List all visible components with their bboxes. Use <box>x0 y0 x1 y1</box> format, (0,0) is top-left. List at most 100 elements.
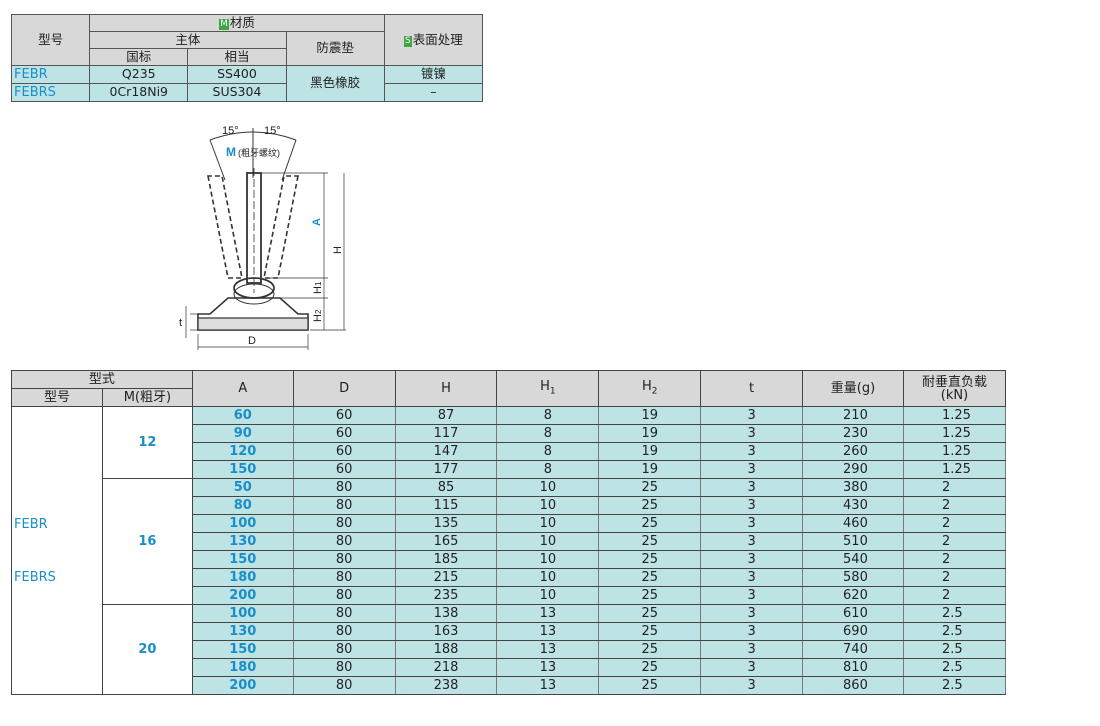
cell-d: 60 <box>292 442 396 461</box>
header-body: 主体 <box>89 31 287 49</box>
cell-a: 180 <box>191 568 294 587</box>
cell-weight: 210 <box>802 406 904 425</box>
cell-t: 3 <box>700 622 804 641</box>
cell-t: 3 <box>700 604 804 623</box>
cell-h2: 25 <box>598 514 702 533</box>
cell-d: 80 <box>292 568 396 587</box>
cell-h: 85 <box>394 478 498 497</box>
header-model: 型号 <box>11 388 103 407</box>
header-t: t <box>700 370 804 407</box>
cell-weight: 690 <box>802 622 904 641</box>
pad-value: 黑色橡胶 <box>285 65 385 102</box>
cell-h1: 10 <box>496 532 600 551</box>
dim-h2-label: H2 <box>312 309 324 322</box>
cell-d: 80 <box>292 640 396 659</box>
cell-weight: 610 <box>802 604 904 623</box>
surface-value: 镀镍 <box>383 65 484 84</box>
cell-h1: 8 <box>496 406 600 425</box>
cell-d: 80 <box>292 604 396 623</box>
cell-load: 2 <box>902 496 1007 515</box>
cell-a: 150 <box>191 460 294 479</box>
dim-t-label: t <box>179 317 182 329</box>
cell-a: 150 <box>191 640 294 659</box>
cell-load: 2 <box>902 514 1007 533</box>
cell-h1: 8 <box>496 424 600 443</box>
cell-a: 200 <box>191 586 294 605</box>
cell-t: 3 <box>700 424 804 443</box>
cell-load: 2.5 <box>902 658 1007 677</box>
cell-h1: 10 <box>496 568 600 587</box>
surface-value: – <box>383 83 484 102</box>
cell-h2: 19 <box>598 460 702 479</box>
dim-d-label: D <box>248 335 256 347</box>
header-type: 型式 <box>11 370 193 389</box>
cell-t: 3 <box>700 676 804 695</box>
cell-a: 60 <box>191 406 294 425</box>
cell-a: 200 <box>191 676 294 695</box>
cell-h: 215 <box>394 568 498 587</box>
header-weight: 重量(g) <box>802 370 904 407</box>
thread-note: (粗牙螺纹) <box>238 147 280 158</box>
cell-h1: 13 <box>496 676 600 695</box>
model-code: FEBR <box>14 516 48 532</box>
header-a: A <box>191 370 294 407</box>
cell-h2: 19 <box>598 406 702 425</box>
cell-load: 1.25 <box>902 460 1007 479</box>
cell-h: 185 <box>394 550 498 569</box>
equivalent-value: SS400 <box>187 65 287 84</box>
header-m: M(粗牙) <box>101 388 193 407</box>
cell-h: 135 <box>394 514 498 533</box>
cell-d: 60 <box>292 460 396 479</box>
cell-h: 138 <box>394 604 498 623</box>
header-surface: S 表面处理 <box>383 14 484 66</box>
cell-weight: 510 <box>802 532 904 551</box>
cell-t: 3 <box>700 568 804 587</box>
cell-a: 150 <box>191 550 294 569</box>
cell-h: 147 <box>394 442 498 461</box>
header-h1: H1 <box>496 370 600 407</box>
cell-d: 60 <box>292 424 396 443</box>
model-cell: FEBR FEBRS <box>11 406 103 695</box>
cell-load: 1.25 <box>902 424 1007 443</box>
cell-d: 80 <box>292 676 396 695</box>
cell-h1: 10 <box>496 550 600 569</box>
cell-h1: 8 <box>496 460 600 479</box>
thread-label: M <box>226 145 236 159</box>
surface-badge: S <box>404 35 412 47</box>
cell-h: 238 <box>394 676 498 695</box>
model-code: FEBR <box>10 65 91 84</box>
thread-size-cell: 16 <box>101 478 193 605</box>
cell-a: 90 <box>191 424 294 443</box>
cell-h2: 19 <box>598 442 702 461</box>
cell-h: 218 <box>394 658 498 677</box>
cell-a: 130 <box>191 622 294 641</box>
cell-d: 80 <box>292 496 396 515</box>
cell-h2: 25 <box>598 478 702 497</box>
cell-weight: 380 <box>802 478 904 497</box>
angle-left-label: 15° <box>222 125 239 137</box>
cell-h1: 8 <box>496 442 600 461</box>
cell-a: 130 <box>191 532 294 551</box>
cell-weight: 810 <box>802 658 904 677</box>
cell-load: 2 <box>902 478 1007 497</box>
cell-h: 188 <box>394 640 498 659</box>
cell-h2: 25 <box>598 658 702 677</box>
model-code: FEBRS <box>14 569 56 585</box>
cell-h2: 25 <box>598 586 702 605</box>
cell-h1: 10 <box>496 586 600 605</box>
cell-t: 3 <box>700 406 804 425</box>
cell-h1: 13 <box>496 640 600 659</box>
cell-h1: 10 <box>496 478 600 497</box>
header-h2: H2 <box>598 370 702 407</box>
table-row: FEBR FEBRS 12 60 60 87 8 19 3 210 1.25 <box>11 406 1007 695</box>
cell-t: 3 <box>700 532 804 551</box>
header-surface-label: 表面处理 <box>412 31 463 47</box>
cell-h2: 25 <box>598 532 702 551</box>
dim-a-label: A <box>311 218 323 226</box>
cell-h: 177 <box>394 460 498 479</box>
cell-weight: 860 <box>802 676 904 695</box>
cell-h2: 25 <box>598 676 702 695</box>
cell-d: 80 <box>292 658 396 677</box>
cell-d: 80 <box>292 478 396 497</box>
cell-h: 87 <box>394 406 498 425</box>
